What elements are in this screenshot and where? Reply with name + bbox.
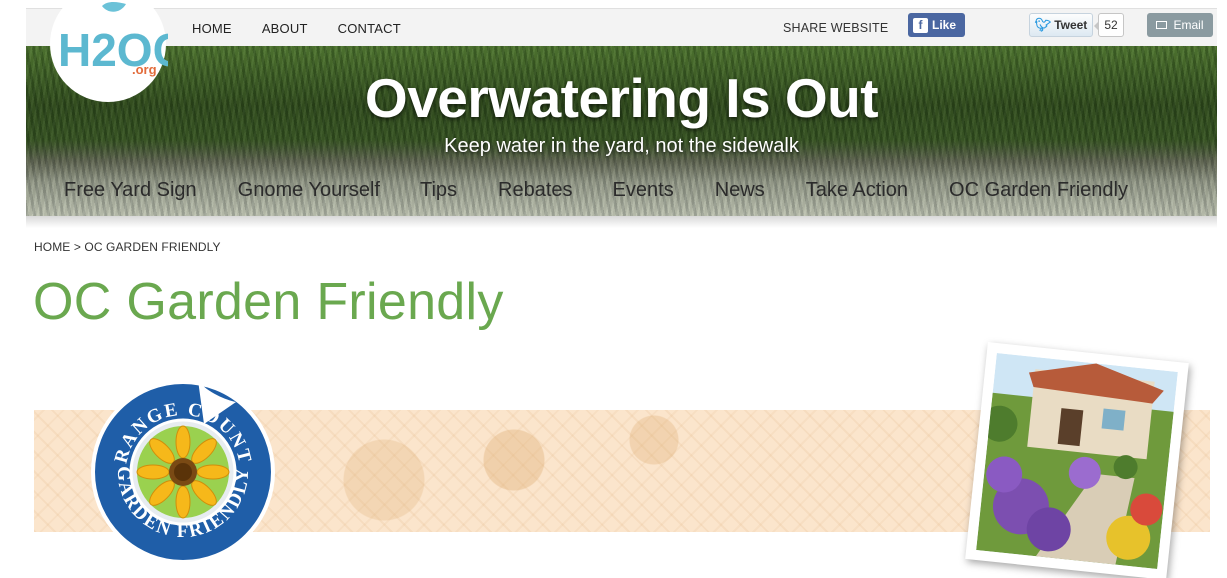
twitter-bird-icon: 🐦︎: [1034, 17, 1052, 32]
hero-subtitle: Keep water in the yard, not the sidewalk: [444, 135, 799, 157]
email-label: Email: [1173, 18, 1204, 32]
garden-friendly-badge: ORANGE COUNTY GARDEN FRIENDLY: [86, 372, 275, 564]
facebook-like-button[interactable]: f Like: [908, 13, 965, 37]
share-website-label: SHARE WEBSITE: [783, 21, 889, 35]
site-logo[interactable]: H2OC .org: [48, 0, 168, 103]
top-utility-bar: HOME ABOUT CONTACT SHARE WEBSITE f Like …: [26, 8, 1217, 46]
hero-bottom-fade: [26, 216, 1217, 228]
email-share-button[interactable]: Email: [1147, 13, 1213, 37]
nav-oc-garden-friendly[interactable]: OC Garden Friendly: [949, 179, 1128, 202]
main-nav: Free Yard Sign Gnome Yourself Tips Rebat…: [26, 170, 1217, 210]
share-section: SHARE WEBSITE: [783, 9, 888, 47]
page-title: OC Garden Friendly: [33, 273, 504, 331]
breadcrumb: HOME > OC GARDEN FRIENDLY: [34, 240, 221, 254]
nav-rebates[interactable]: Rebates: [498, 179, 573, 202]
garden-photo: [965, 342, 1189, 578]
nav-gnome-yourself[interactable]: Gnome Yourself: [238, 179, 380, 202]
hero-banner: Overwatering Is Out Keep water in the ya…: [26, 46, 1217, 216]
tweet-label: Tweet: [1054, 18, 1088, 32]
garden-photo-image: [976, 353, 1178, 569]
nav-news[interactable]: News: [715, 179, 765, 202]
tweet-button[interactable]: 🐦︎ Tweet: [1029, 13, 1093, 37]
breadcrumb-current: OC GARDEN FRIENDLY: [84, 240, 221, 254]
breadcrumb-home-link[interactable]: HOME: [34, 240, 70, 254]
hero-title: Overwatering Is Out: [364, 67, 879, 129]
breadcrumb-separator: >: [73, 240, 81, 254]
facebook-icon: f: [913, 17, 928, 33]
nav-events[interactable]: Events: [613, 179, 674, 202]
nav-tips[interactable]: Tips: [420, 179, 457, 202]
top-nav-contact-link[interactable]: CONTACT: [338, 21, 401, 36]
nav-free-yard-sign[interactable]: Free Yard Sign: [64, 179, 197, 202]
top-nav: HOME ABOUT CONTACT: [192, 9, 401, 47]
top-nav-home-link[interactable]: HOME: [192, 21, 232, 36]
logo-suffix: .org: [132, 62, 157, 77]
tweet-count: 52: [1094, 13, 1124, 37]
nav-take-action[interactable]: Take Action: [806, 179, 908, 202]
top-nav-about-link[interactable]: ABOUT: [262, 21, 308, 36]
facebook-like-label: Like: [932, 18, 957, 32]
envelope-icon: [1156, 21, 1168, 29]
